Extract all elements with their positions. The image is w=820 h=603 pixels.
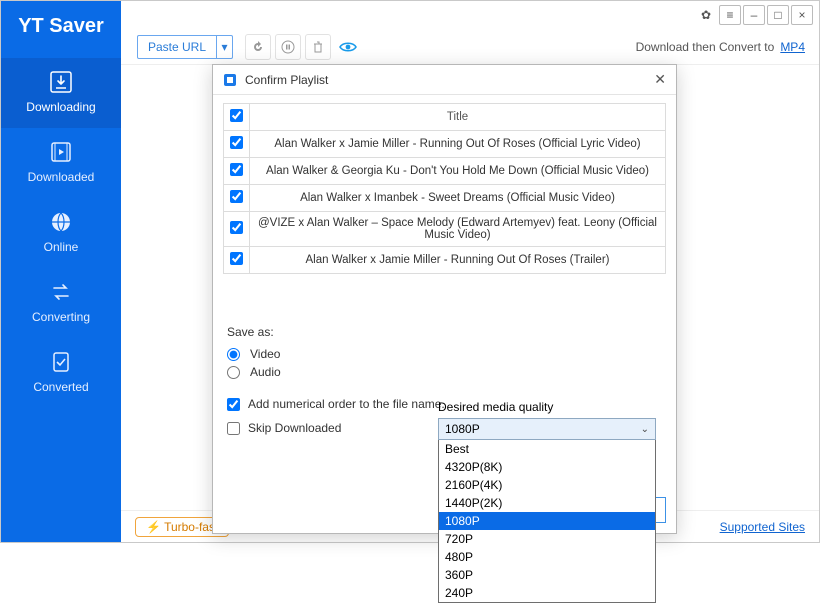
- paste-url-dropdown[interactable]: ▾: [217, 35, 233, 59]
- close-button[interactable]: ×: [791, 5, 813, 25]
- convert-format-link[interactable]: MP4: [780, 40, 805, 54]
- app-logo: YT Saver: [10, 1, 112, 58]
- quality-option[interactable]: Best: [439, 440, 655, 458]
- pause-button[interactable]: [275, 34, 301, 60]
- table-row: @VIZE x Alan Walker – Space Melody (Edwa…: [224, 212, 666, 247]
- row-checkbox[interactable]: [230, 163, 243, 176]
- supported-sites-link[interactable]: Supported Sites: [720, 520, 805, 534]
- radio-video[interactable]: Video: [227, 347, 662, 361]
- quality-option[interactable]: 480P: [439, 548, 655, 566]
- delete-button[interactable]: [305, 34, 331, 60]
- quality-option[interactable]: 720P: [439, 530, 655, 548]
- row-title: @VIZE x Alan Walker – Space Melody (Edwa…: [250, 212, 666, 247]
- row-checkbox[interactable]: [230, 136, 243, 149]
- dialog-title: Confirm Playlist: [245, 73, 328, 87]
- titlebar: ✿ ≡ – □ ×: [121, 1, 819, 29]
- quality-option[interactable]: 240P: [439, 584, 655, 602]
- row-title: Alan Walker & Georgia Ku - Don't You Hol…: [250, 158, 666, 185]
- quality-label: Desired media quality: [438, 400, 656, 414]
- row-checkbox[interactable]: [230, 190, 243, 203]
- dialog-header: Confirm Playlist ✕: [213, 65, 676, 95]
- quality-section: Desired media quality 1080P ⌄ Best4320P(…: [438, 400, 656, 440]
- preview-button[interactable]: [335, 34, 361, 60]
- quality-option[interactable]: 1080P: [439, 512, 655, 530]
- radio-audio[interactable]: Audio: [227, 365, 662, 379]
- convert-label: Download then Convert to: [636, 40, 775, 54]
- sidebar-item-label: Converting: [32, 310, 90, 324]
- file-check-icon: [48, 350, 74, 374]
- row-title: Alan Walker x Imanbek - Sweet Dreams (Of…: [250, 185, 666, 212]
- quality-dropdown: Best4320P(8K)2160P(4K)1440P(2K)1080P720P…: [438, 440, 656, 603]
- sidebar-item-converted[interactable]: Converted: [1, 338, 121, 408]
- minimize-button[interactable]: –: [743, 5, 765, 25]
- sidebar: YT Saver Downloading Downloaded Online C…: [1, 1, 121, 542]
- maximize-button[interactable]: □: [767, 5, 789, 25]
- settings-button[interactable]: ✿: [695, 5, 717, 25]
- table-row: Alan Walker x Jamie Miller - Running Out…: [224, 247, 666, 274]
- sidebar-item-downloaded[interactable]: Downloaded: [1, 128, 121, 198]
- globe-icon: [48, 210, 74, 234]
- quality-option[interactable]: 4320P(8K): [439, 458, 655, 476]
- playlist-table-wrap: Title Alan Walker x Jamie Miller - Runni…: [213, 95, 676, 317]
- quality-option[interactable]: 2160P(4K): [439, 476, 655, 494]
- dialog-close-button[interactable]: ✕: [654, 71, 666, 88]
- sidebar-item-label: Downloading: [26, 100, 95, 114]
- table-row: Alan Walker x Jamie Miller - Running Out…: [224, 131, 666, 158]
- table-row: Alan Walker & Georgia Ku - Don't You Hol…: [224, 158, 666, 185]
- convert-icon: [48, 280, 74, 304]
- confirm-playlist-dialog: Confirm Playlist ✕ Title Alan Walker x J…: [212, 64, 677, 534]
- chevron-down-icon: ⌄: [641, 424, 649, 435]
- paste-url-button[interactable]: Paste URL: [137, 35, 217, 59]
- playlist-icon: [223, 73, 237, 87]
- radio-audio-input[interactable]: [227, 366, 240, 379]
- film-icon: [47, 140, 75, 164]
- sidebar-item-converting[interactable]: Converting: [1, 268, 121, 338]
- save-as-label: Save as:: [227, 325, 662, 339]
- sidebar-item-label: Downloaded: [28, 170, 95, 184]
- download-icon: [47, 70, 75, 94]
- table-row: Alan Walker x Imanbek - Sweet Dreams (Of…: [224, 185, 666, 212]
- quality-select[interactable]: 1080P ⌄: [438, 418, 656, 440]
- paste-url-group: Paste URL ▾: [137, 35, 233, 59]
- playlist-table: Title Alan Walker x Jamie Miller - Runni…: [223, 103, 666, 274]
- select-all-checkbox[interactable]: [230, 109, 243, 122]
- undo-button[interactable]: [245, 34, 271, 60]
- toolbar: Paste URL ▾ Download then Convert to MP4: [121, 29, 819, 65]
- sidebar-item-online[interactable]: Online: [1, 198, 121, 268]
- radio-video-input[interactable]: [227, 348, 240, 361]
- row-checkbox[interactable]: [230, 221, 243, 234]
- quality-option[interactable]: 360P: [439, 566, 655, 584]
- title-column-header: Title: [250, 104, 666, 131]
- row-title: Alan Walker x Jamie Miller - Running Out…: [250, 131, 666, 158]
- quality-option[interactable]: 1440P(2K): [439, 494, 655, 512]
- menu-button[interactable]: ≡: [719, 5, 741, 25]
- sidebar-item-label: Converted: [33, 380, 88, 394]
- row-checkbox[interactable]: [230, 252, 243, 265]
- sidebar-item-label: Online: [44, 240, 79, 254]
- sidebar-item-downloading[interactable]: Downloading: [1, 58, 121, 128]
- row-title: Alan Walker x Jamie Miller - Running Out…: [250, 247, 666, 274]
